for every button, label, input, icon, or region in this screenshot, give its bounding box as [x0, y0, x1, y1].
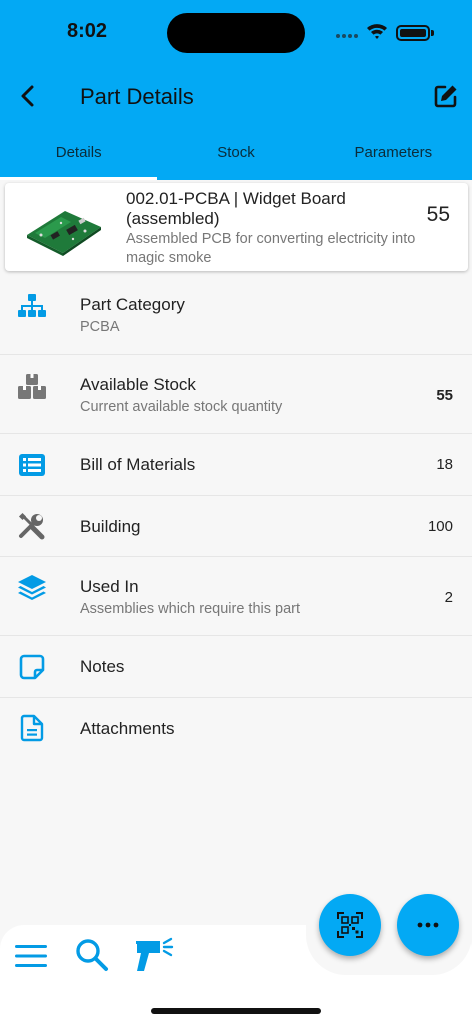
row-attachments[interactable]: Attachments	[0, 698, 472, 759]
row-building[interactable]: Building 100	[0, 496, 472, 557]
layers-icon	[16, 572, 48, 604]
battery-tip	[431, 30, 434, 36]
row-used-in[interactable]: Used In Assemblies which require this pa…	[0, 557, 472, 636]
more-horizontal-icon	[417, 922, 439, 928]
row-title: Notes	[80, 657, 125, 676]
part-stock-count: 55	[426, 203, 450, 226]
tab-parameters[interactable]: Parameters	[315, 128, 472, 180]
app-bar: Part Details	[0, 64, 472, 128]
qr-scan-icon	[337, 912, 363, 938]
pcb-thumbnail	[27, 211, 101, 256]
row-subtitle: Assemblies which require this part	[80, 601, 301, 617]
wifi-icon	[367, 24, 387, 39]
search-icon	[76, 939, 108, 971]
note-icon	[16, 651, 48, 683]
row-title: Part Category	[80, 295, 185, 314]
status-bar: 8:02	[0, 0, 472, 64]
cellular-signal-icon	[336, 34, 358, 38]
row-bill-of-materials[interactable]: Bill of Materials 18	[0, 434, 472, 496]
back-button[interactable]	[10, 78, 46, 114]
row-subtitle: Current available stock quantity	[80, 399, 283, 415]
dynamic-island	[167, 13, 305, 53]
row-title: Available Stock	[80, 375, 196, 394]
page-title: Part Details	[80, 84, 194, 109]
status-time: 8:02	[67, 20, 108, 42]
row-value: 55	[436, 387, 453, 404]
row-value: 2	[444, 589, 453, 606]
list-icon	[16, 449, 48, 481]
row-title: Used In	[80, 577, 139, 596]
header: 8:02 Part Details Details Stock Paramete…	[0, 0, 472, 180]
barcode-scanner-button[interactable]	[134, 936, 174, 976]
more-actions-fab[interactable]	[397, 894, 459, 956]
search-button[interactable]	[72, 935, 112, 975]
row-title: Bill of Materials	[80, 455, 196, 474]
part-name: 002.01-PCBA | Widget Board (assembled)	[126, 189, 346, 228]
tab-details[interactable]: Details	[0, 128, 158, 180]
row-notes[interactable]: Notes	[0, 636, 472, 698]
row-title: Attachments	[80, 719, 175, 738]
menu-icon	[15, 945, 47, 967]
file-icon	[16, 712, 48, 744]
home-indicator	[151, 1008, 321, 1014]
tools-icon	[16, 510, 48, 542]
edit-icon	[434, 85, 457, 108]
row-part-category[interactable]: Part Category PCBA	[0, 274, 472, 355]
tab-stock[interactable]: Stock	[157, 128, 314, 180]
sitemap-icon	[16, 290, 48, 322]
row-available-stock[interactable]: Available Stock Current available stock …	[0, 355, 472, 434]
row-value: 100	[427, 518, 453, 535]
back-arrow-icon	[21, 85, 34, 107]
detail-list: Part Category PCBA Available Stock Curre…	[0, 274, 472, 759]
boxes-icon	[16, 371, 48, 403]
barcode-scanner-icon	[136, 937, 174, 971]
scan-fab[interactable]	[319, 894, 381, 956]
battery-icon	[396, 25, 430, 41]
row-title: Building	[80, 517, 141, 536]
part-description: Assembled PCB for converting electricity…	[126, 231, 416, 266]
row-subtitle: PCBA	[80, 319, 120, 335]
menu-button[interactable]	[11, 936, 51, 976]
part-summary-card[interactable]: 002.01-PCBA | Widget Board (assembled) A…	[5, 183, 468, 271]
row-value: 18	[436, 456, 453, 473]
edit-button[interactable]	[430, 80, 462, 112]
tab-bar: Details Stock Parameters	[0, 128, 472, 180]
